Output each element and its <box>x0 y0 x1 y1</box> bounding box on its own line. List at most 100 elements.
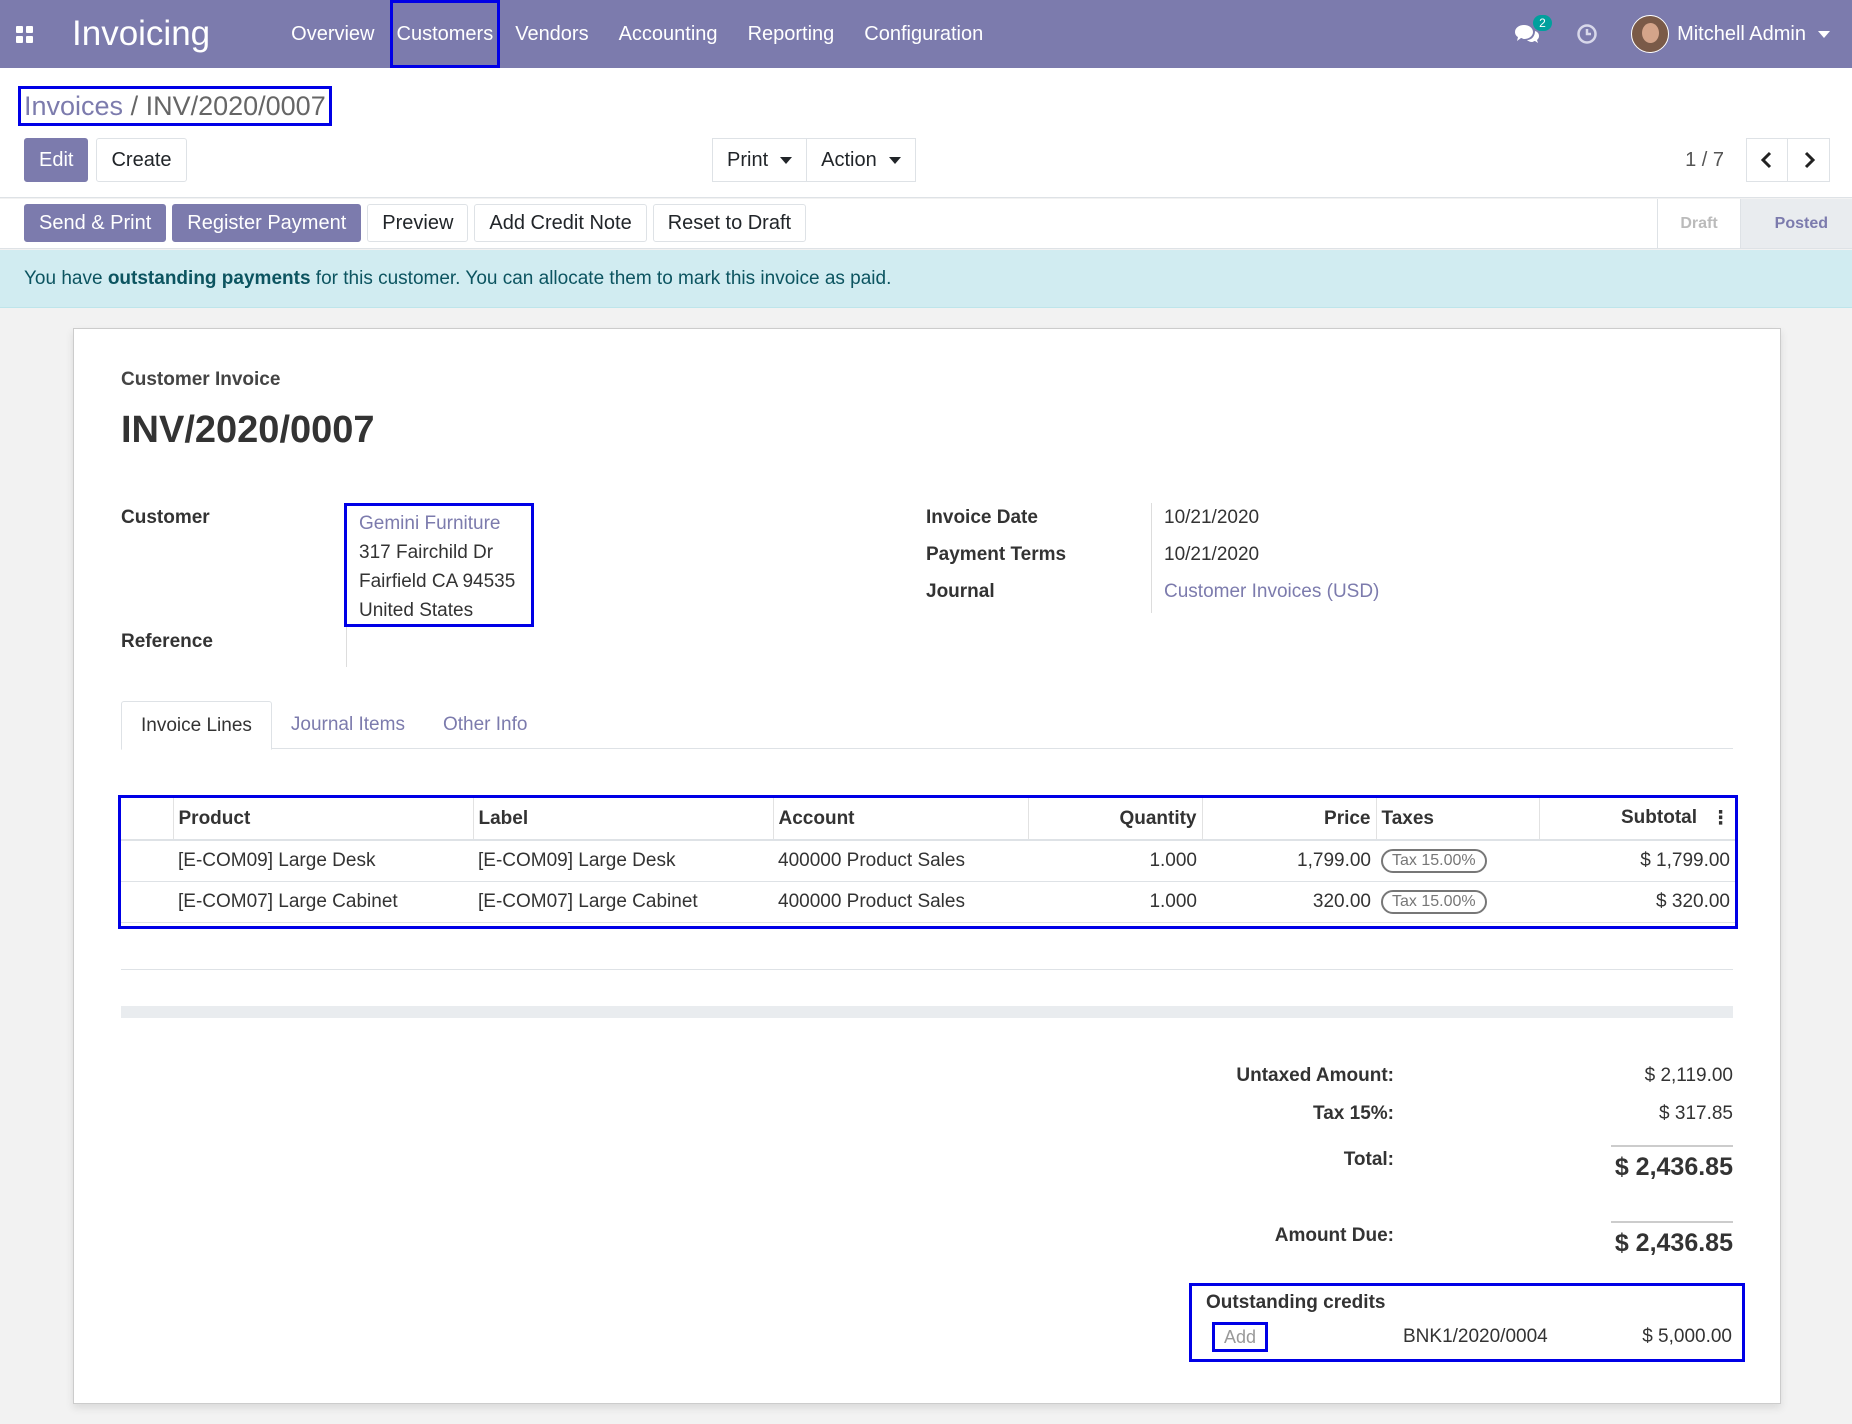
journal-label: Journal <box>926 581 995 602</box>
messaging-menu[interactable]: 2 <box>1497 15 1557 45</box>
tax-value: $ 317.85 <box>1659 1103 1733 1124</box>
pager-next-button[interactable] <box>1788 138 1830 182</box>
line-quantity[interactable]: 1.000 <box>1028 881 1202 923</box>
send-print-button[interactable]: Send & Print <box>24 204 167 242</box>
chevron-down-icon <box>780 156 793 164</box>
tab-other-info[interactable]: Other Info <box>424 701 547 749</box>
breadcrumb-invoices-link[interactable]: Invoices <box>24 91 123 121</box>
activity-menu[interactable] <box>1557 23 1617 45</box>
create-button[interactable]: Create <box>96 138 187 182</box>
column-subtotal[interactable]: Subtotal ⋮ <box>1539 798 1735 841</box>
journal-link[interactable]: Customer Invoices (USD) <box>1164 581 1379 603</box>
add-credit-button[interactable]: Add <box>1212 1322 1269 1352</box>
print-dropdown[interactable]: Print <box>712 138 808 182</box>
stage-posted: Posted <box>1739 199 1852 248</box>
field-divider <box>1151 503 1152 613</box>
line-subtotal: $ 320.00 <box>1539 881 1735 923</box>
tax-tag: Tax 15.00% <box>1381 848 1487 873</box>
edit-button[interactable]: Edit <box>24 138 89 182</box>
line-account[interactable]: 400000 Product Sales <box>773 881 1028 923</box>
pager-value[interactable]: 1 / 7 <box>1685 149 1724 172</box>
line-product[interactable]: [E-COM07] Large Cabinet <box>173 881 473 923</box>
menu-configuration[interactable]: Configuration <box>849 0 998 68</box>
print-label: Print <box>727 148 769 171</box>
table-header-row: Product Label Account Quantity Price Tax… <box>121 798 1735 841</box>
credit-amount: $ 5,000.00 <box>1642 1326 1732 1347</box>
table-divider <box>121 969 1733 970</box>
page-title: INV/2020/0007 <box>121 409 375 451</box>
line-product[interactable]: [E-COM09] Large Desk <box>173 840 473 882</box>
credit-reference: BNK1/2020/0004 <box>1403 1326 1548 1347</box>
user-menu[interactable]: Mitchell Admin <box>1617 15 1852 53</box>
breadcrumb-separator: / <box>123 91 146 121</box>
menu-customers[interactable]: Customers <box>389 0 501 68</box>
line-subtotal: $ 1,799.00 <box>1539 840 1735 882</box>
payment-terms-value: 10/21/2020 <box>1164 544 1260 565</box>
status-stages: Draft Posted <box>1657 199 1852 248</box>
alert-bold: outstanding payments <box>107 267 311 289</box>
column-product[interactable]: Product <box>173 798 474 841</box>
chevron-down-icon <box>888 156 901 164</box>
menu-accounting[interactable]: Accounting <box>604 0 733 68</box>
address-line-2: Fairfield CA 94535 <box>359 571 516 592</box>
line-label[interactable]: [E-COM07] Large Cabinet <box>473 881 773 923</box>
reference-field[interactable] <box>346 627 347 667</box>
chevron-right-icon <box>1804 151 1815 169</box>
invoice-date-label: Invoice Date <box>926 507 1038 528</box>
total-divider <box>1611 1145 1733 1147</box>
tax-label: Tax 15%: <box>1313 1103 1394 1124</box>
menu-reporting[interactable]: Reporting <box>733 0 850 68</box>
add-credit-note-button[interactable]: Add Credit Note <box>474 204 647 242</box>
apps-menu-icon[interactable] <box>0 0 48 68</box>
customer-label: Customer <box>121 507 210 528</box>
tab-journal-items[interactable]: Journal Items <box>272 701 424 749</box>
app-brand[interactable]: Invoicing <box>72 14 210 54</box>
table-footer-bar <box>121 1006 1733 1018</box>
kebab-menu-icon[interactable]: ⋮ <box>1711 807 1730 830</box>
document-type: Customer Invoice <box>121 369 281 390</box>
column-taxes[interactable]: Taxes <box>1376 798 1540 841</box>
top-navbar: Invoicing Overview Customers Vendors Acc… <box>0 0 1852 68</box>
column-account[interactable]: Account <box>773 798 1029 841</box>
invoice-date-value: 10/21/2020 <box>1164 507 1260 528</box>
form-sheet: Customer Invoice INV/2020/0007 Customer … <box>73 328 1781 1404</box>
breadcrumb: Invoices / INV/2020/0007 <box>18 86 332 126</box>
line-taxes[interactable]: Tax 15.00% <box>1376 840 1539 882</box>
reset-to-draft-button[interactable]: Reset to Draft <box>652 204 807 242</box>
preview-button[interactable]: Preview <box>367 204 469 242</box>
register-payment-button[interactable]: Register Payment <box>172 204 362 242</box>
notebook-tabs: Invoice Lines Journal Items Other Info <box>121 701 1733 750</box>
untaxed-amount-label: Untaxed Amount: <box>1236 1065 1394 1086</box>
line-price[interactable]: 320.00 <box>1202 881 1376 923</box>
chevron-down-icon <box>1818 30 1830 38</box>
pager-previous-button[interactable] <box>1746 138 1788 182</box>
outstanding-credits-widget: Outstanding credits Add BNK1/2020/0004 $… <box>1189 1283 1745 1362</box>
menu-vendors[interactable]: Vendors <box>500 0 603 68</box>
customer-name-link[interactable]: Gemini Furniture <box>359 509 519 538</box>
total-value: $ 2,436.85 <box>1614 1153 1733 1181</box>
column-label[interactable]: Label <box>473 798 774 841</box>
invoice-lines-table: Product Label Account Quantity Price Tax… <box>118 795 1738 929</box>
line-quantity[interactable]: 1.000 <box>1028 840 1202 882</box>
line-price[interactable]: 1,799.00 <box>1202 840 1376 882</box>
action-label: Action <box>821 148 877 171</box>
column-price[interactable]: Price <box>1202 798 1377 841</box>
row-handle <box>121 881 173 923</box>
stage-draft: Draft <box>1657 199 1739 248</box>
menu-overview[interactable]: Overview <box>276 0 389 68</box>
column-quantity[interactable]: Quantity <box>1028 798 1203 841</box>
table-row[interactable]: [E-COM07] Large Cabinet [E-COM07] Large … <box>121 881 1735 923</box>
line-taxes[interactable]: Tax 15.00% <box>1376 881 1539 923</box>
clock-icon <box>1577 24 1597 44</box>
table-row[interactable]: [E-COM09] Large Desk [E-COM09] Large Des… <box>121 840 1735 882</box>
line-account[interactable]: 400000 Product Sales <box>773 840 1028 882</box>
tab-invoice-lines[interactable]: Invoice Lines <box>121 701 272 750</box>
line-label[interactable]: [E-COM09] Large Desk <box>473 840 773 882</box>
action-dropdown[interactable]: Action <box>807 138 916 182</box>
status-bar: Send & Print Register Payment Preview Ad… <box>0 199 1852 249</box>
avatar <box>1631 15 1670 53</box>
amount-due-label: Amount Due: <box>1274 1225 1394 1246</box>
row-handle <box>121 840 173 882</box>
amount-due-divider <box>1611 1221 1733 1223</box>
customer-address-block: Gemini Furniture 317 Fairchild Dr Fairfi… <box>344 503 534 627</box>
